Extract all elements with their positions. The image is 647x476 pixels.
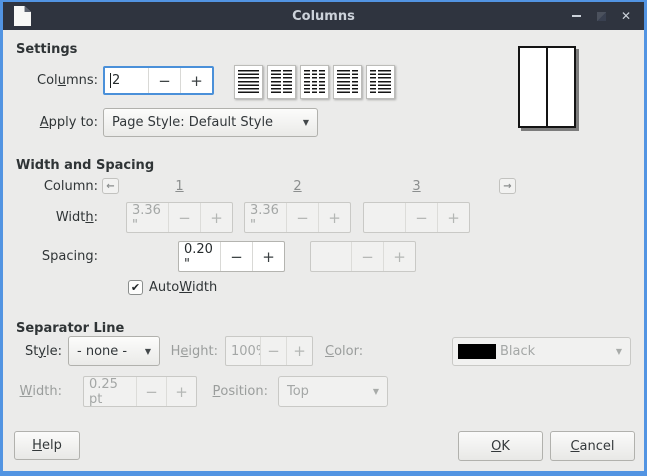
spacing-1-decrement-button[interactable]: − — [220, 242, 252, 271]
two-columns-icon — [283, 70, 293, 94]
height-spinbox: 100% − + — [225, 336, 313, 366]
position-value: Top — [287, 384, 309, 399]
autowidth-label[interactable]: AutoWidth — [149, 280, 269, 295]
preset-one-column-button[interactable] — [234, 65, 263, 99]
preset-three-columns-button[interactable] — [300, 65, 329, 99]
apply-to-label: Apply to: — [10, 108, 98, 137]
width-2-increment-button: + — [318, 203, 350, 232]
width-spacing-header: Width and Spacing — [16, 158, 154, 173]
preset-left-wide-button[interactable] — [333, 65, 362, 99]
preview-column-1 — [520, 48, 546, 126]
width-3-decrement-button: − — [405, 203, 437, 232]
close-button[interactable]: ✕ — [618, 8, 634, 24]
width-2-spinbox: 3.36 " − + — [244, 202, 351, 233]
color-label: Color: — [325, 336, 385, 366]
width-3-increment-button: + — [437, 203, 469, 232]
previous-column-button[interactable]: ← — [102, 178, 119, 194]
column-label: Column: — [10, 178, 98, 195]
width-label: Width: — [10, 202, 98, 233]
column-presets — [234, 65, 395, 99]
color-swatch — [458, 344, 496, 359]
spacing-label: Spacing: — [10, 241, 98, 272]
left-wide-columns-icon — [352, 70, 358, 94]
page-preview — [518, 46, 576, 128]
color-dropdown: Black ▼ — [452, 337, 631, 366]
width-3-spinbox: − + — [363, 202, 470, 233]
cancel-button[interactable]: Cancel — [550, 431, 635, 461]
separator-width-label: Width: — [10, 376, 62, 407]
column-number-2: 2 — [244, 179, 351, 194]
minimize-icon — [572, 15, 581, 17]
checkmark-icon: ✔ — [131, 281, 140, 294]
minimize-button[interactable] — [568, 8, 584, 24]
width-1-increment-button: + — [200, 203, 232, 232]
columns-increment-button[interactable]: + — [180, 68, 212, 93]
window-title: Columns — [3, 9, 644, 24]
style-label: Style: — [10, 336, 62, 366]
titlebar[interactable]: Columns ✕ — [3, 2, 644, 30]
height-decrement-button: − — [260, 337, 286, 365]
preset-two-columns-button[interactable] — [267, 65, 296, 99]
style-dropdown[interactable]: - none - ▼ — [68, 336, 160, 366]
style-value: - none - — [77, 344, 127, 359]
dialog-content: Settings Columns: 2 − + Apply to: Page S… — [3, 30, 644, 471]
position-label: Position: — [198, 376, 268, 407]
width-1-decrement-button: − — [168, 203, 200, 232]
columns-decrement-button[interactable]: − — [148, 68, 180, 93]
spacing-1-increment-button[interactable]: + — [252, 242, 284, 271]
color-value: Black — [500, 344, 535, 359]
separator-width-spinbox: 0.25 pt − + — [83, 376, 197, 407]
columns-spinbox[interactable]: 2 − + — [103, 66, 214, 95]
spacing-2-spinbox: − + — [310, 241, 416, 272]
separator-width-decrement-button: − — [136, 377, 166, 406]
spacing-2-increment-button: + — [383, 242, 415, 271]
one-column-icon — [238, 70, 259, 94]
chevron-down-icon: ▼ — [616, 347, 622, 356]
height-increment-button: + — [286, 337, 312, 365]
column-number-3: 3 — [363, 179, 470, 194]
left-arrow-icon: ← — [106, 181, 114, 192]
settings-header: Settings — [16, 42, 77, 57]
column-number-1: 1 — [126, 179, 233, 194]
right-arrow-icon: → — [503, 181, 511, 192]
separator-width-increment-button: + — [166, 377, 196, 406]
columns-dialog-window: Columns ✕ Settings Columns: 2 − + App — [0, 0, 647, 476]
separator-line-header: Separator Line — [16, 321, 124, 336]
position-dropdown: Top ▼ — [278, 376, 388, 407]
autowidth-checkbox[interactable]: ✔ — [128, 280, 143, 295]
text-cursor — [110, 73, 111, 88]
columns-value[interactable]: 2 — [105, 68, 148, 93]
height-label: Height: — [150, 336, 218, 366]
preview-column-2 — [548, 48, 574, 126]
right-wide-columns-icon — [378, 70, 391, 94]
width-2-decrement-button: − — [286, 203, 318, 232]
chevron-down-icon: ▼ — [373, 387, 379, 396]
next-column-button[interactable]: → — [499, 178, 516, 194]
preset-right-wide-button[interactable] — [366, 65, 395, 99]
three-columns-icon — [319, 70, 325, 94]
spacing-1-spinbox[interactable]: 0.20 " − + — [178, 241, 285, 272]
columns-label: Columns: — [10, 66, 98, 95]
help-button[interactable]: Help — [14, 431, 80, 460]
spacing-2-decrement-button: − — [351, 242, 383, 271]
apply-to-value: Page Style: Default Style — [112, 115, 273, 130]
width-1-spinbox: 3.36 " − + — [126, 202, 233, 233]
apply-to-dropdown[interactable]: Page Style: Default Style ▼ — [103, 108, 318, 137]
maximize-button[interactable] — [593, 8, 609, 24]
ok-button[interactable]: OK — [458, 431, 543, 461]
chevron-down-icon: ▼ — [303, 118, 309, 127]
maximize-icon — [597, 12, 606, 21]
